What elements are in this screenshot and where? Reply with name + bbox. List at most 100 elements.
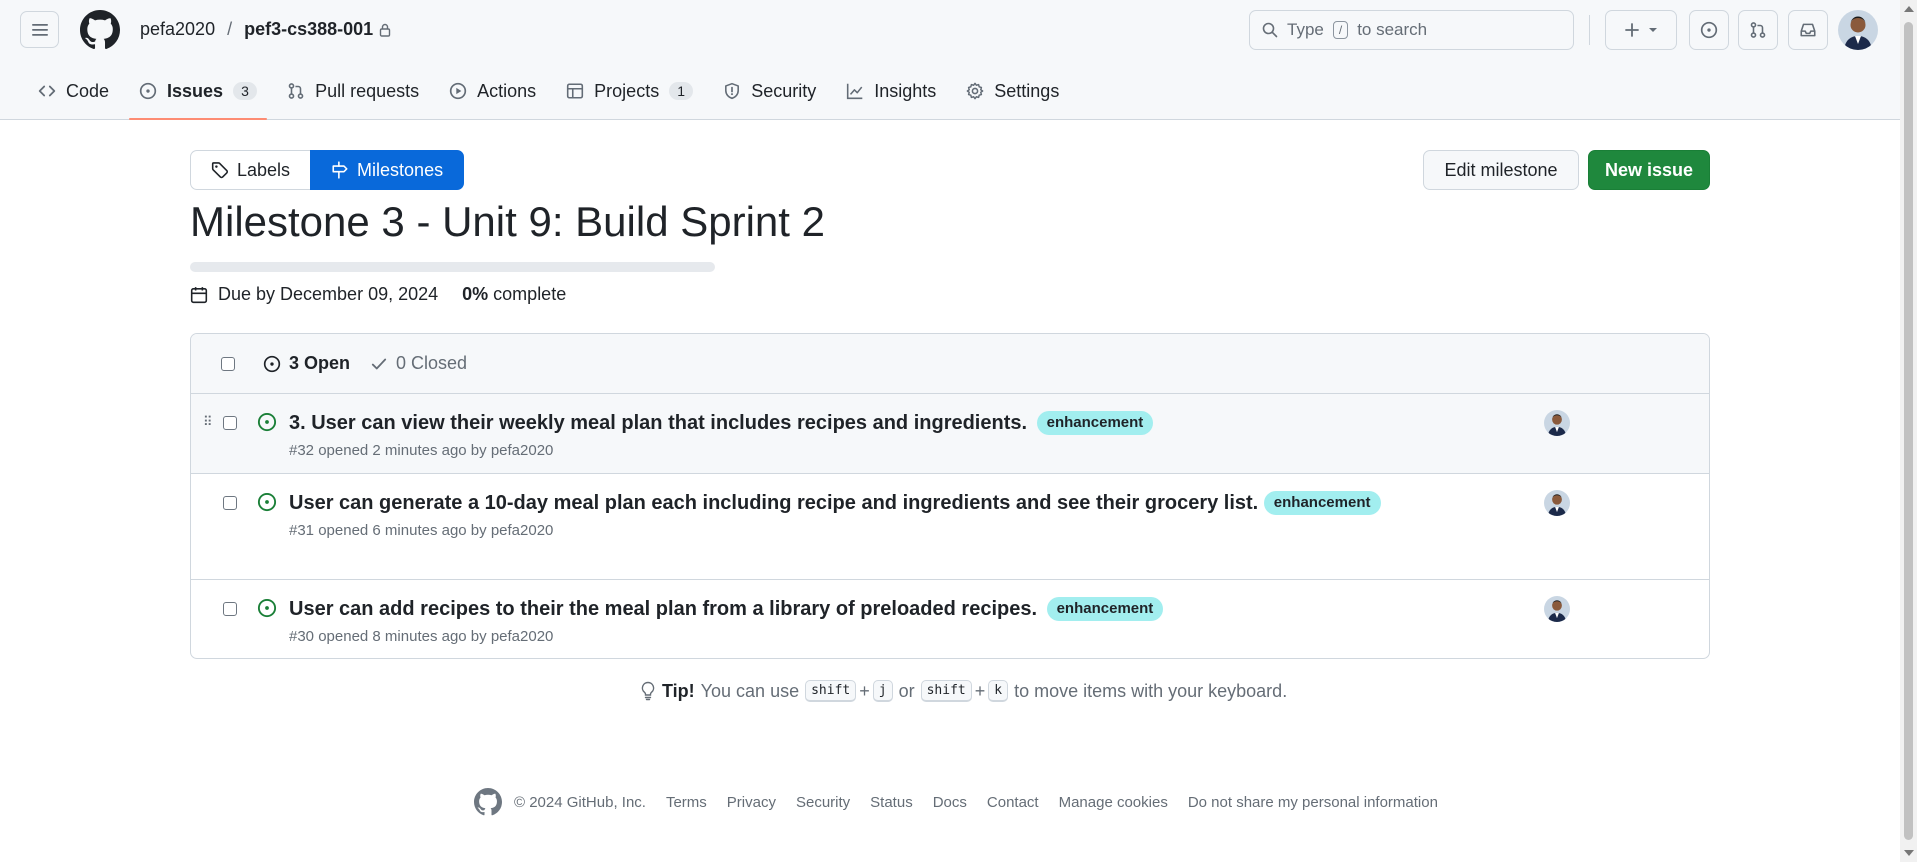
- issue-meta: #31 opened 6 minutes ago by pefa2020: [289, 522, 554, 539]
- issue-opened-icon: [139, 82, 157, 100]
- shift-key: shift: [920, 680, 972, 702]
- search-placeholder-suffix: to search: [1357, 20, 1428, 39]
- create-new-button[interactable]: [1605, 10, 1677, 50]
- code-icon: [38, 85, 56, 97]
- page-scrollbar[interactable]: [1900, 0, 1917, 862]
- projects-count-badge: 1: [669, 82, 694, 100]
- assignee-avatar[interactable]: [1544, 490, 1570, 516]
- git-pull-request-icon: [288, 83, 304, 99]
- scroll-thumb[interactable]: [1904, 22, 1913, 840]
- lock-icon: [379, 23, 391, 37]
- repo-owner-link[interactable]: pefa2020: [140, 19, 215, 40]
- issue-title-link[interactable]: 3. User can view their weekly meal plan …: [289, 412, 1027, 434]
- j-key: j: [872, 680, 893, 702]
- scroll-up-icon[interactable]: [1904, 6, 1914, 12]
- footer-link-status[interactable]: Status: [870, 794, 913, 811]
- tip-plus: +: [859, 680, 870, 701]
- enhancement-label[interactable]: enhancement: [1046, 597, 1164, 621]
- tab-actions[interactable]: Actions: [439, 72, 546, 110]
- milestone-progress-bar: [190, 262, 715, 272]
- footer-link-docs[interactable]: Docs: [933, 794, 967, 811]
- issue-row[interactable]: User can generate a 10-day meal plan eac…: [191, 474, 1709, 580]
- footer-link-security[interactable]: Security: [796, 794, 850, 811]
- search-shortcut-key: /: [1332, 21, 1349, 39]
- labels-button[interactable]: Labels: [190, 150, 311, 190]
- graph-icon: [847, 83, 863, 100]
- issue-meta: #32 opened 2 minutes ago by pefa2020: [289, 442, 554, 459]
- tab-security[interactable]: Security: [713, 72, 826, 110]
- milestone-icon: [332, 161, 348, 179]
- labels-button-label: Labels: [237, 159, 291, 180]
- shift-key: shift: [805, 680, 857, 702]
- inbox-icon: [1800, 23, 1816, 37]
- issues-count-badge: 3: [233, 82, 258, 100]
- tab-projects[interactable]: Projects 1: [556, 72, 703, 110]
- app-header: pefa2020 / pef3-cs388-001 Type / to sear…: [0, 0, 1900, 120]
- tab-pull-requests[interactable]: Pull requests: [277, 72, 429, 110]
- assignee-avatar[interactable]: [1544, 410, 1570, 436]
- tip-or: or: [898, 680, 915, 701]
- tip-lead: Tip!: [662, 680, 695, 701]
- issue-title-link[interactable]: User can add recipes to their the meal p…: [289, 598, 1037, 620]
- closed-issues-filter[interactable]: 0 Closed: [370, 353, 467, 374]
- issue-checkbox[interactable]: [223, 416, 237, 430]
- menu-button[interactable]: [20, 11, 59, 48]
- select-all-checkbox[interactable]: [221, 356, 235, 371]
- milestone-due-date: Due by December 09, 2024: [218, 284, 439, 304]
- repo-name-link[interactable]: pef3-cs388-001: [244, 19, 373, 40]
- footer-link-do-not-share[interactable]: Do not share my personal information: [1188, 794, 1438, 811]
- calendar-icon: [190, 286, 208, 303]
- issue-list: 3 Open 0 Closed ⠿ 3. User can view their…: [190, 333, 1710, 659]
- new-issue-button[interactable]: New issue: [1588, 150, 1710, 190]
- tab-code[interactable]: Code: [28, 72, 119, 110]
- issue-content: 3. User can view their weekly meal plan …: [289, 408, 1509, 459]
- milestones-button[interactable]: Milestones: [310, 150, 465, 190]
- issue-opened-icon: [257, 412, 277, 432]
- assignee-avatar[interactable]: [1544, 596, 1570, 622]
- tab-label: Insights: [874, 80, 937, 101]
- issue-opened-icon: [1700, 21, 1718, 39]
- completion-suffix: complete: [493, 284, 567, 304]
- tab-label: Code: [66, 80, 110, 101]
- edit-milestone-button[interactable]: Edit milestone: [1423, 150, 1579, 190]
- enhancement-label[interactable]: enhancement: [1036, 411, 1154, 435]
- tab-settings[interactable]: Settings: [956, 72, 1069, 110]
- enhancement-label[interactable]: enhancement: [1263, 491, 1381, 515]
- search-input[interactable]: Type / to search: [1249, 10, 1574, 50]
- drag-handle-icon[interactable]: ⠿: [203, 414, 212, 430]
- issue-checkbox[interactable]: [223, 496, 237, 510]
- user-avatar[interactable]: [1838, 10, 1878, 50]
- tab-label: Issues: [167, 80, 224, 101]
- completion-percent: 0%: [462, 284, 489, 304]
- footer-link-privacy[interactable]: Privacy: [727, 794, 776, 811]
- issue-row[interactable]: User can add recipes to their the meal p…: [191, 580, 1709, 658]
- tab-issues[interactable]: Issues 3: [129, 72, 268, 120]
- github-logo-icon[interactable]: [80, 10, 120, 50]
- tab-label: Settings: [994, 80, 1060, 101]
- footer-link-manage-cookies[interactable]: Manage cookies: [1059, 794, 1168, 811]
- tab-label: Pull requests: [315, 80, 420, 101]
- issue-content: User can generate a 10-day meal plan eac…: [289, 488, 1509, 539]
- issues-shortcut-button[interactable]: [1689, 10, 1729, 50]
- issue-row[interactable]: ⠿ 3. User can view their weekly meal pla…: [191, 394, 1709, 474]
- breadcrumb-separator: /: [227, 19, 233, 39]
- gear-icon: [966, 82, 984, 100]
- tag-icon: [211, 162, 229, 179]
- footer-link-terms[interactable]: Terms: [666, 794, 707, 811]
- pull-requests-shortcut-button[interactable]: [1738, 10, 1778, 50]
- issue-title-link[interactable]: User can generate a 10-day meal plan eac…: [289, 492, 1258, 514]
- footer-copyright: © 2024 GitHub, Inc.: [514, 793, 646, 811]
- hamburger-icon: [31, 23, 48, 36]
- issue-meta: #30 opened 8 minutes ago by pefa2020: [289, 628, 554, 645]
- open-issues-filter[interactable]: 3 Open: [263, 353, 350, 374]
- issue-list-header: 3 Open 0 Closed: [191, 334, 1709, 394]
- issue-checkbox[interactable]: [223, 602, 237, 616]
- scroll-down-icon[interactable]: [1904, 850, 1914, 856]
- inbox-button[interactable]: [1788, 10, 1828, 50]
- github-logo-icon[interactable]: [474, 788, 502, 816]
- tab-insights[interactable]: Insights: [836, 72, 946, 110]
- footer-link-contact[interactable]: Contact: [987, 794, 1039, 811]
- shield-icon: [725, 82, 740, 100]
- open-count-label: 3 Open: [289, 353, 351, 373]
- check-icon: [371, 358, 387, 369]
